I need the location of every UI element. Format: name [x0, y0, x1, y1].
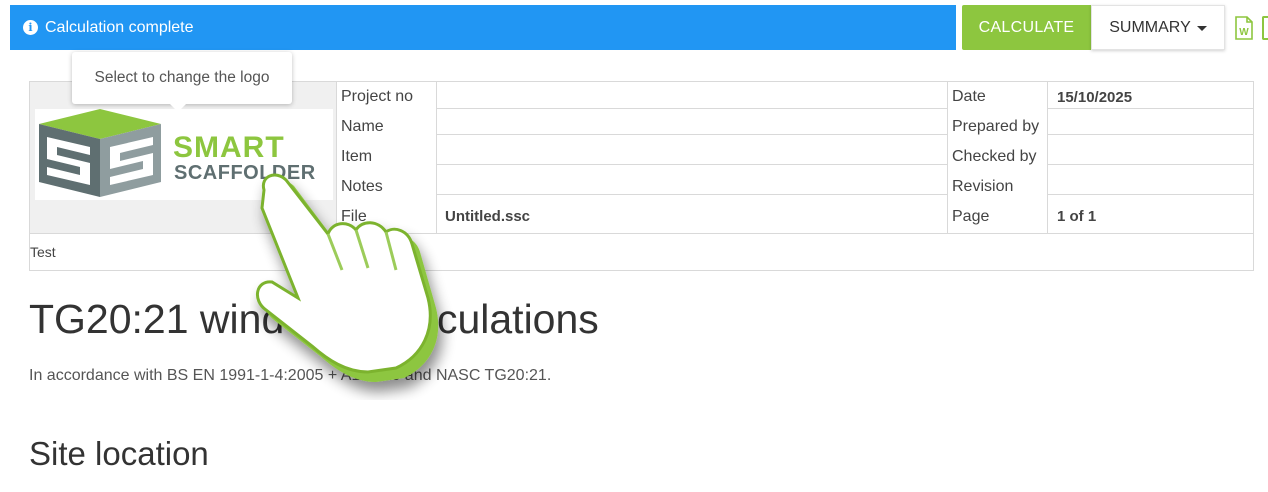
page: i Calculation complete CALCULATE SUMMARY…	[0, 0, 1268, 492]
info-icon: i	[23, 20, 38, 35]
label-date: Date	[952, 88, 986, 105]
summary-label: SUMMARY	[1109, 18, 1191, 36]
pdf-document-icon[interactable]	[1262, 16, 1268, 40]
pointing-hand-icon	[256, 173, 439, 382]
page-value: 1 of 1	[1057, 208, 1097, 225]
label-name: Name	[341, 118, 384, 135]
svg-text:W: W	[1239, 27, 1249, 38]
row-divider	[1048, 164, 1253, 165]
tooltip-text: Select to change the logo	[94, 69, 270, 86]
calculate-button[interactable]: CALCULATE	[962, 5, 1091, 50]
row-divider	[1048, 108, 1253, 109]
label-revision: Revision	[952, 178, 1014, 195]
logo-tooltip: Select to change the logo	[72, 52, 292, 112]
label-page: Page	[952, 208, 990, 225]
notes-text[interactable]: Test	[30, 244, 56, 260]
row-divider	[1048, 134, 1253, 135]
row-divider	[437, 108, 947, 109]
row-divider	[437, 164, 947, 165]
caret-down-icon	[1196, 26, 1207, 31]
row-divider	[437, 194, 947, 195]
row-divider	[437, 134, 947, 135]
word-document-icon[interactable]: W	[1234, 16, 1254, 40]
header-values-right: 15/10/2025 1 of 1	[1047, 82, 1253, 233]
status-bar: i Calculation complete	[10, 5, 956, 50]
label-item: Item	[341, 148, 373, 165]
label-checked-by: Checked by	[952, 148, 1037, 165]
label-project-no: Project no	[341, 88, 414, 105]
header-divider	[30, 233, 1253, 234]
section-title-site-location: Site location	[29, 435, 209, 472]
header-values-left: Untitled.ssc	[436, 82, 948, 233]
summary-dropdown-button[interactable]: SUMMARY	[1091, 5, 1225, 50]
row-divider	[1048, 194, 1253, 195]
label-prepared-by: Prepared by	[952, 118, 1040, 135]
logo-text-smart: SMART	[173, 131, 285, 164]
status-message: Calculation complete	[45, 18, 194, 36]
date-value: 15/10/2025	[1057, 89, 1133, 106]
report-header: SMART SCAFFOLDER Project no Name Item No…	[29, 81, 1254, 271]
